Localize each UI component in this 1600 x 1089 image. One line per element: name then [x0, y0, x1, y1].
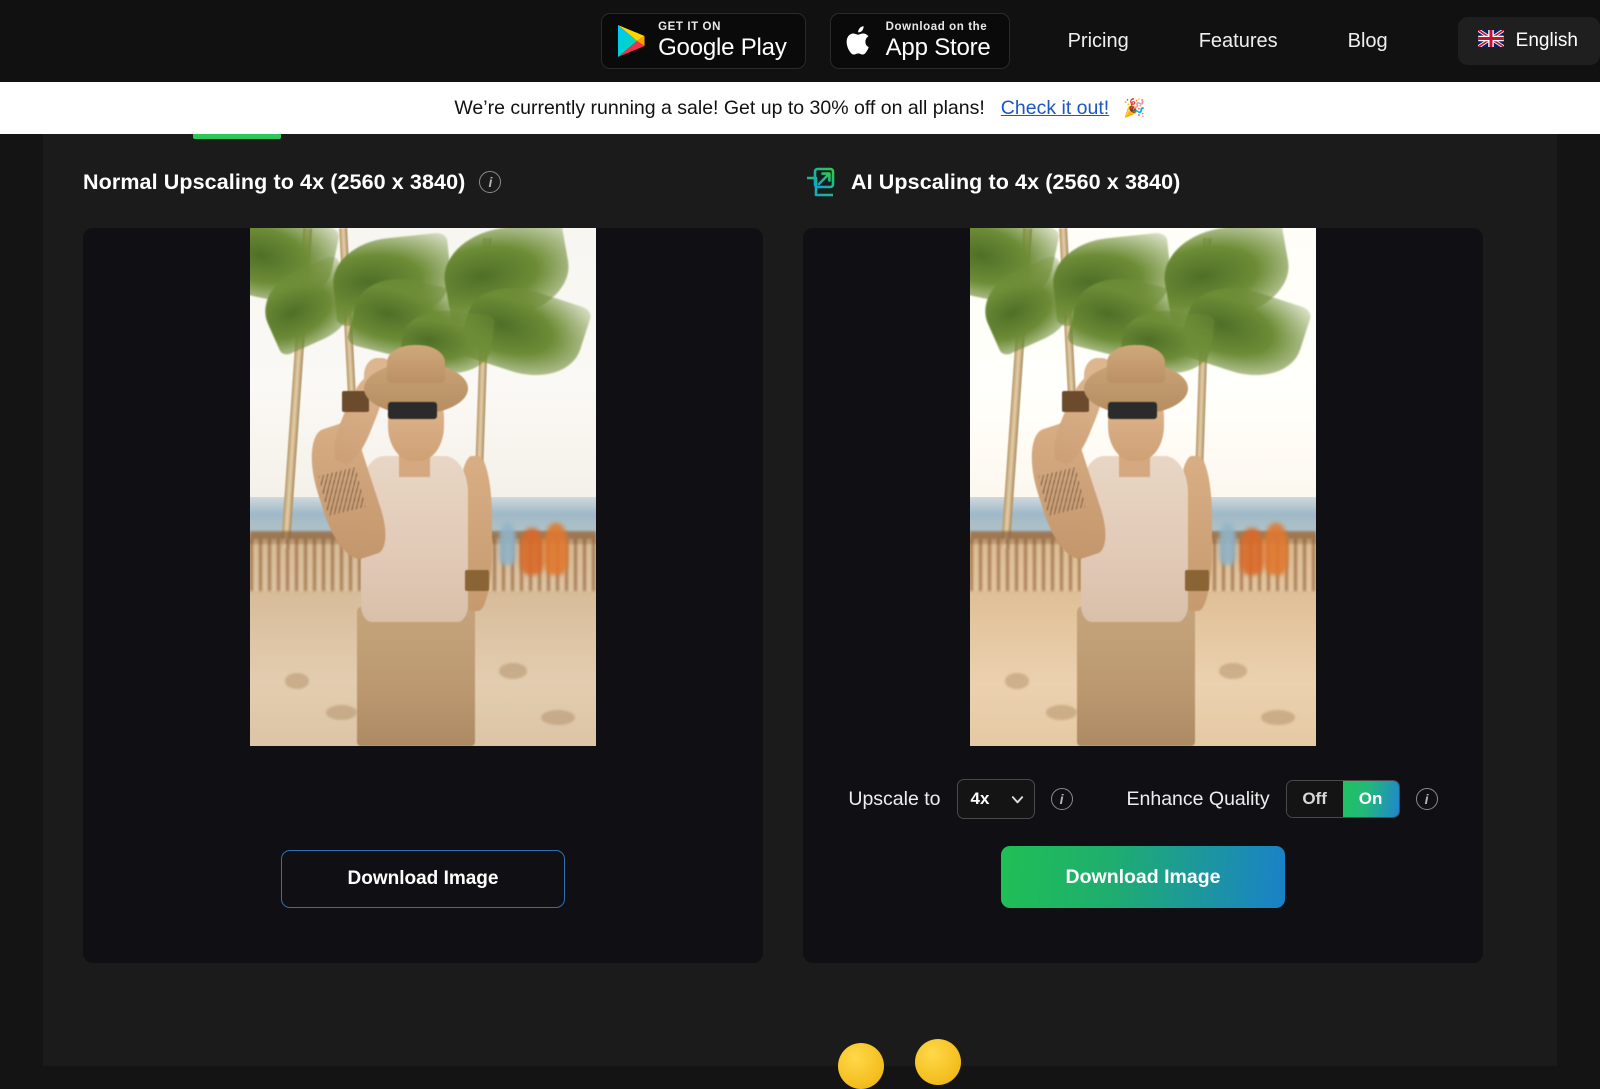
google-play-big-label: Google Play — [658, 34, 787, 62]
photo-crowd — [1239, 528, 1265, 576]
sand-speck — [1004, 673, 1029, 689]
language-selector[interactable]: English — [1457, 17, 1600, 65]
photo-crowd — [519, 528, 545, 576]
person-hat-crown — [386, 344, 446, 384]
party-popper-icon: 🎉 — [1123, 97, 1146, 118]
page-body: Normal Upscaling to 4x (2560 x 3840) i D… — [0, 134, 1600, 1089]
app-store-small-label: Download on the — [885, 20, 988, 33]
upscale-factor-value: 4x — [970, 789, 990, 808]
google-play-badge[interactable]: GET IT ON Google Play — [601, 13, 806, 69]
apple-icon — [845, 24, 874, 58]
enhance-quality-info-icon[interactable]: i — [1415, 788, 1438, 810]
app-store-text: Download on the App Store — [885, 20, 991, 62]
photo-crowd — [499, 523, 517, 565]
person-sunglasses — [1108, 401, 1157, 419]
ai-upscale-icon — [803, 165, 837, 199]
sale-banner-text: We’re currently running a sale! Get up t… — [454, 96, 985, 119]
enhance-quality-toggle[interactable]: Off On — [1285, 780, 1400, 818]
sale-banner: We’re currently running a sale! Get up t… — [0, 82, 1600, 134]
floating-bubble — [915, 1039, 961, 1085]
normal-upscaling-card: Download Image — [83, 228, 763, 963]
app-store-big-label: App Store — [885, 34, 991, 62]
person-shorts — [1077, 606, 1195, 746]
upscale-to-label: Upscale to — [848, 787, 941, 810]
ai-download-slot: Download Image — [803, 846, 1483, 908]
ai-download-image-button[interactable]: Download Image — [1001, 846, 1285, 908]
ai-upscaling-card: Upscale to 4x i Enhance Quality Off On i… — [803, 228, 1483, 963]
enhance-quality-label: Enhance Quality — [1126, 787, 1270, 810]
ai-upscaling-column: AI Upscaling to 4x (2560 x 3840) Upscale… — [803, 162, 1483, 963]
photo-crowd — [1219, 523, 1237, 565]
app-store-badge[interactable]: Download on the App Store — [829, 13, 1010, 69]
person-sunglasses — [388, 401, 437, 419]
nav-inner: GET IT ON Google Play Download on the Ap… — [601, 13, 1600, 69]
normal-upscaling-column: Normal Upscaling to 4x (2560 x 3840) i D… — [83, 162, 763, 963]
top-navigation-bar: GET IT ON Google Play Download on the Ap… — [0, 0, 1600, 82]
nav-link-features[interactable]: Features — [1199, 20, 1278, 63]
sale-banner-link[interactable]: Check it out! — [1001, 97, 1109, 120]
upscale-info-icon[interactable]: i — [1050, 788, 1073, 810]
normal-upscaling-header: Normal Upscaling to 4x (2560 x 3840) i — [83, 162, 763, 202]
comparison-columns: Normal Upscaling to 4x (2560 x 3840) i D… — [83, 162, 1483, 963]
sand-speck — [1219, 663, 1247, 679]
person-watch — [1184, 569, 1209, 591]
nav-link-pricing[interactable]: Pricing — [1068, 20, 1129, 63]
normal-upscaling-preview-image — [250, 228, 596, 746]
sand-speck — [499, 663, 527, 679]
ai-controls-row: Upscale to 4x i Enhance Quality Off On i — [848, 778, 1438, 820]
content-area: Normal Upscaling to 4x (2560 x 3840) i D… — [43, 134, 1557, 1089]
upscale-factor-select[interactable]: 4x — [956, 779, 1035, 819]
google-play-small-label: GET IT ON — [658, 20, 721, 33]
nav-links: Pricing Features Blog — [1068, 20, 1388, 63]
sand-speck — [284, 673, 309, 689]
person-watch — [464, 569, 489, 591]
enhance-quality-off-option[interactable]: Off — [1286, 781, 1343, 817]
ai-upscaling-title: AI Upscaling to 4x (2560 x 3840) — [851, 169, 1181, 194]
photo-crowd — [1264, 523, 1289, 576]
google-play-text: GET IT ON Google Play — [658, 20, 787, 62]
normal-upscaling-title: Normal Upscaling to 4x (2560 x 3840) — [83, 169, 466, 194]
normal-upscaling-info-icon[interactable]: i — [479, 171, 502, 193]
person-hat-crown — [1106, 344, 1166, 384]
uk-flag-icon — [1476, 28, 1505, 52]
language-label: English — [1515, 30, 1578, 51]
person-shorts — [357, 606, 475, 746]
ai-upscaling-preview-image — [970, 228, 1316, 746]
normal-download-image-button[interactable]: Download Image — [281, 850, 565, 908]
nav-link-blog[interactable]: Blog — [1348, 20, 1388, 63]
photo-crowd — [544, 523, 569, 576]
sand-speck — [1046, 704, 1078, 721]
normal-download-slot: Download Image — [83, 850, 763, 908]
sand-speck — [326, 704, 358, 721]
active-tab-indicator — [193, 134, 281, 139]
ai-upscaling-header: AI Upscaling to 4x (2560 x 3840) — [803, 162, 1483, 202]
google-play-icon — [616, 24, 646, 58]
enhance-quality-on-option[interactable]: On — [1342, 781, 1399, 817]
chevron-down-icon — [1011, 795, 1023, 803]
floating-bubble — [838, 1043, 884, 1089]
